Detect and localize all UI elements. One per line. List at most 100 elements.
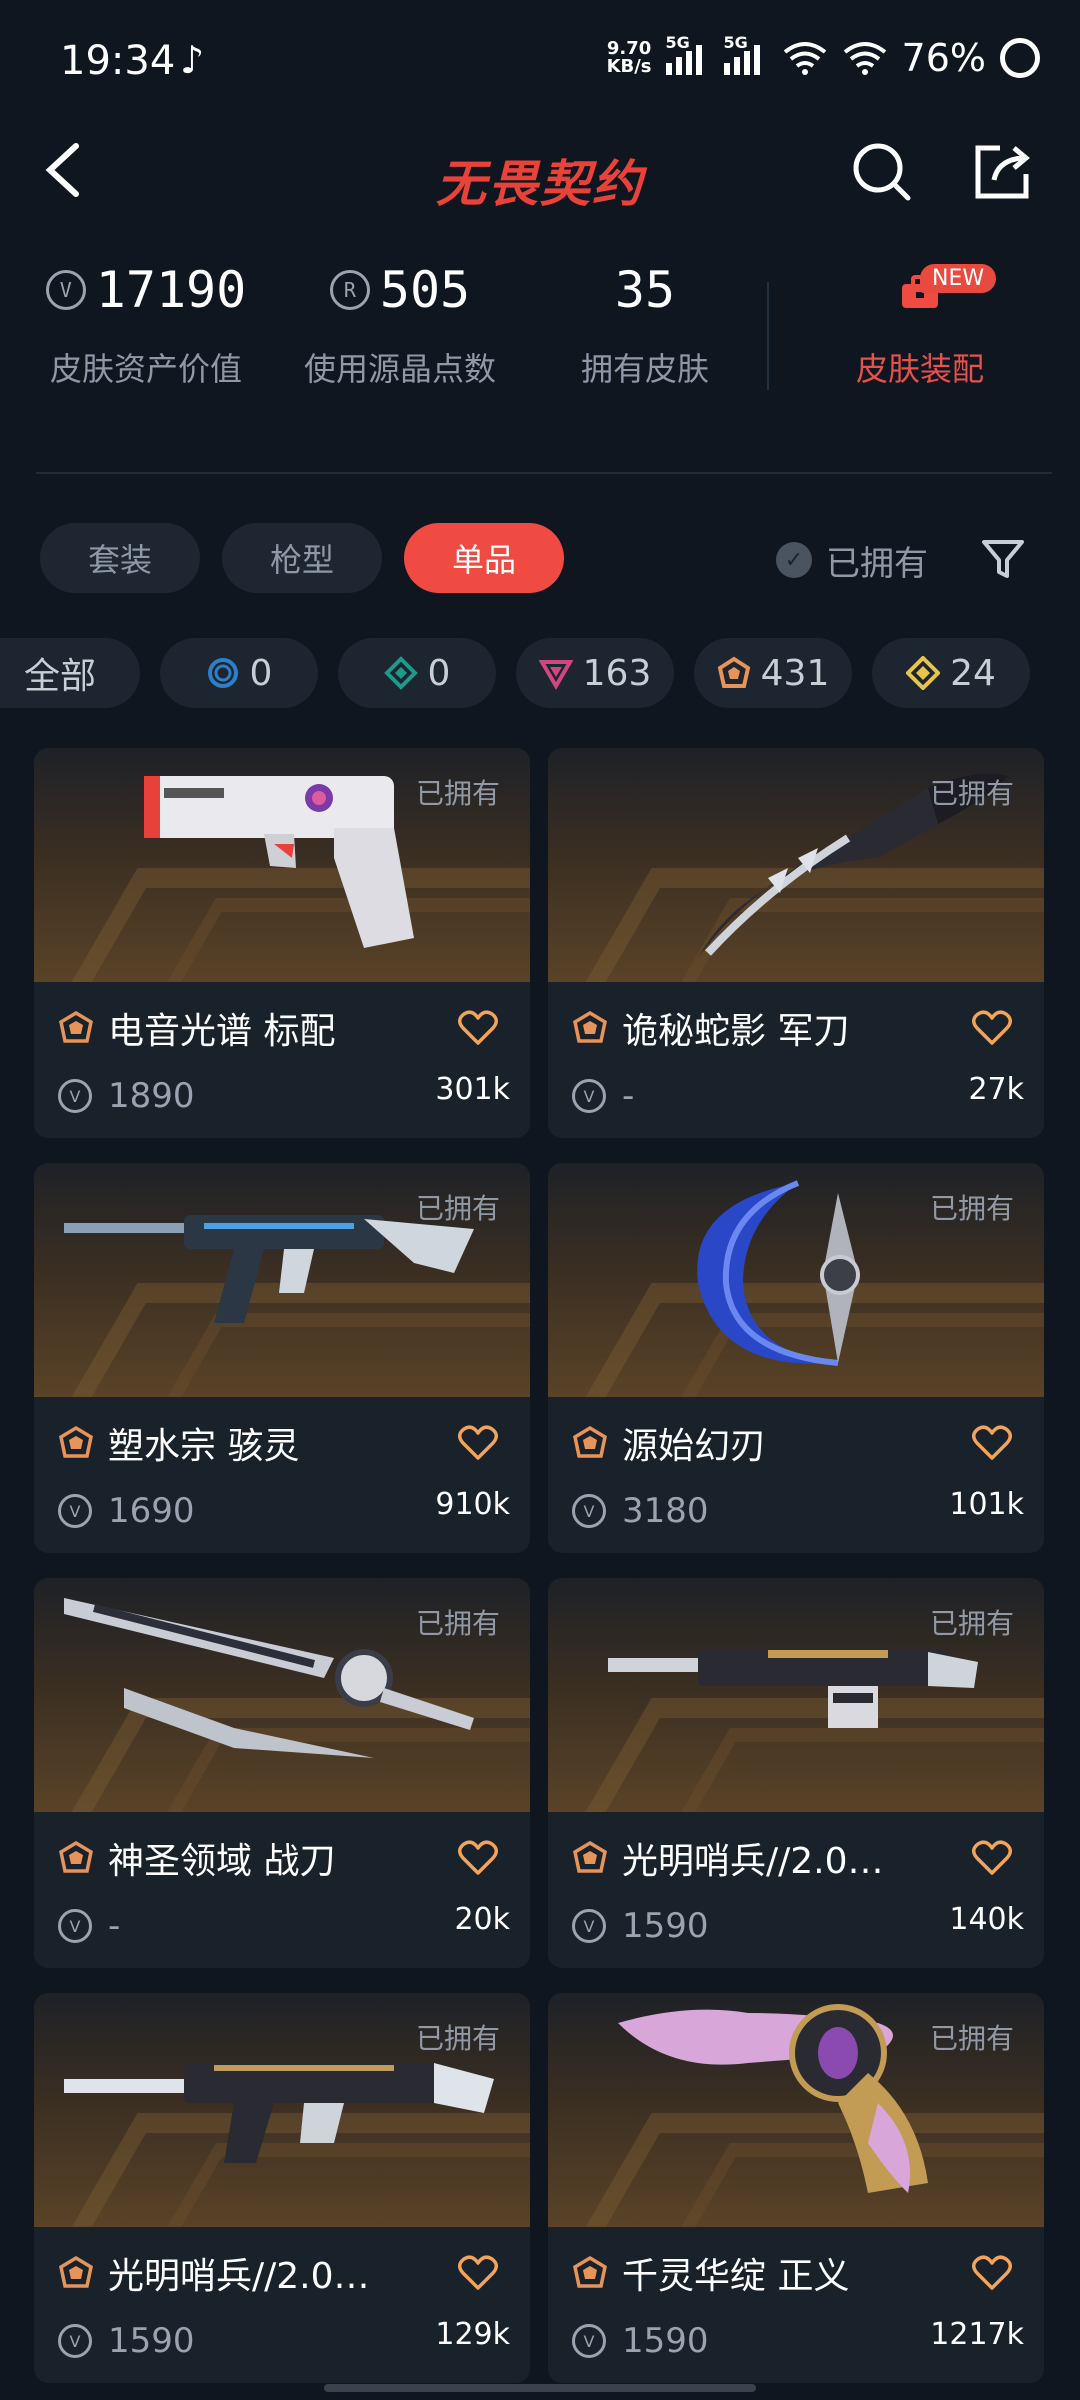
rarity-chip-select[interactable]: 0 <box>160 638 318 708</box>
exclusive-tier-icon <box>58 1425 94 1461</box>
rarity-filter: 全部 0 0 163 431 24 <box>0 638 1030 708</box>
owned-tag: 已拥有 <box>929 777 1014 810</box>
owned-toggle[interactable]: ✓ 已拥有 <box>776 530 928 590</box>
skin-card[interactable]: 已拥有 光明哨兵//2.0… V 1590 140k <box>548 1578 1044 1968</box>
exclusive-tier-icon <box>58 1010 94 1046</box>
signal-icon: 5G <box>665 33 710 75</box>
asset-value-stat: V 17190 皮肤资产价值 <box>36 260 256 390</box>
battery-level: 76% <box>901 36 986 80</box>
skin-card[interactable]: 已拥有 源始幻刃 V 3180 101k <box>548 1163 1044 1553</box>
skin-name: 源始幻刃 <box>622 1426 767 1467</box>
top-bar: 无畏契约 <box>0 120 1080 230</box>
skin-card[interactable]: 已拥有诡秘蛇影 军刀 V - 27k <box>548 748 1044 1138</box>
valorant-points-icon: V <box>58 1079 92 1113</box>
battery-ring-icon <box>1000 38 1040 78</box>
heart-icon[interactable] <box>458 1840 498 1876</box>
valorant-points-icon: V <box>45 270 86 310</box>
select-tier-icon <box>207 658 238 688</box>
skin-card[interactable]: 已拥有千灵华绽 正义 V 1590 1217k <box>548 1993 1044 2383</box>
tiktok-icon: ♪ <box>180 38 205 82</box>
like-count: 1217k <box>930 2317 1024 2352</box>
owned-tag: 已拥有 <box>929 1607 1014 1640</box>
skin-card[interactable]: 已拥有 电音光谱 标配 V 1890 301k <box>34 748 530 1138</box>
skin-name: 千灵华绽 正义 <box>622 2256 850 2297</box>
new-badge: NEW <box>920 264 997 293</box>
skin-name: 塑水宗 骇灵 <box>108 1426 300 1467</box>
valorant-points-icon: V <box>572 1079 606 1113</box>
radianite-icon: R <box>329 270 370 310</box>
category-tabs: 套装 枪型 单品 <box>40 523 564 593</box>
clock: 19:34 <box>60 38 176 84</box>
skin-price: V 1590 <box>58 2321 195 2361</box>
divider <box>767 282 769 390</box>
valorant-points-icon: V <box>572 2324 606 2358</box>
deluxe-tier-icon <box>383 656 418 690</box>
heart-icon[interactable] <box>458 1425 498 1461</box>
share-icon[interactable] <box>970 140 1034 204</box>
heart-icon[interactable] <box>972 1425 1012 1461</box>
skin-name: 诡秘蛇影 军刀 <box>622 1011 850 1052</box>
valorant-points-icon: V <box>58 1909 92 1943</box>
network-speed: 9.70 KB/s <box>606 38 652 77</box>
section-divider <box>36 472 1052 474</box>
valorant-points-icon: V <box>58 2324 92 2358</box>
owned-tag: 已拥有 <box>929 1192 1014 1225</box>
heart-icon[interactable] <box>972 1840 1012 1876</box>
valorant-points-icon: V <box>58 1494 92 1528</box>
stats-panel: V 17190 皮肤资产价值 R 505 使用源晶点数 35 拥有皮肤 NEW 皮肤… <box>0 260 1080 430</box>
tab-single-items[interactable]: 单品 <box>404 523 564 593</box>
valorant-points-icon: V <box>572 1494 606 1528</box>
status-bar: 19:34 ♪ 9.70 KB/s 5G 5G 76% <box>0 0 1080 120</box>
heart-icon[interactable] <box>972 1010 1012 1046</box>
owned-tag: 已拥有 <box>415 2022 500 2055</box>
filter-icon[interactable] <box>978 534 1028 584</box>
skin-price: V 1890 <box>58 1076 195 1116</box>
tab-bundles[interactable]: 套装 <box>40 523 200 593</box>
exclusive-tier-icon <box>58 1840 94 1876</box>
rarity-chip-premium[interactable]: 163 <box>516 638 674 708</box>
heart-icon[interactable] <box>458 2255 498 2291</box>
premium-tier-icon <box>538 660 573 690</box>
exclusive-tier-icon <box>58 2255 94 2291</box>
like-count: 101k <box>949 1487 1024 1522</box>
home-indicator[interactable] <box>324 2384 756 2392</box>
like-count: 20k <box>454 1902 510 1937</box>
skin-card[interactable]: 已拥有 神圣领域 战刀 V - 20k <box>34 1578 530 1968</box>
owned-tag: 已拥有 <box>929 2022 1014 2055</box>
owned-tag: 已拥有 <box>415 1192 500 1225</box>
heart-icon[interactable] <box>972 2255 1012 2291</box>
radianite-stat: R 505 使用源晶点数 <box>303 261 496 388</box>
skin-name: 光明哨兵//2.0… <box>108 2256 370 2297</box>
skin-card[interactable]: 已拥有光明哨兵//2.0… V 1590 129k <box>34 1993 530 2383</box>
exclusive-tier-icon <box>717 656 750 688</box>
rarity-chip-exclusive[interactable]: 431 <box>694 638 852 708</box>
skin-card[interactable]: 已拥有 塑水宗 骇灵 V 1690 910k <box>34 1163 530 1553</box>
exclusive-tier-icon <box>572 1010 608 1046</box>
like-count: 27k <box>968 1072 1024 1107</box>
exclusive-tier-icon <box>572 2255 608 2291</box>
page-title: 无畏契约 <box>436 155 644 213</box>
ultra-tier-icon <box>906 656 941 690</box>
tab-weapon-type[interactable]: 枪型 <box>222 523 382 593</box>
like-count: 301k <box>435 1072 510 1107</box>
rarity-chip-all[interactable]: 全部 <box>0 638 140 708</box>
like-count: 910k <box>435 1487 510 1522</box>
check-icon: ✓ <box>776 542 812 578</box>
search-icon[interactable] <box>850 140 914 204</box>
skin-name: 神圣领域 战刀 <box>108 1841 336 1882</box>
skins-owned-stat: 35 拥有皮肤 <box>580 261 709 388</box>
heart-icon[interactable] <box>458 1010 498 1046</box>
skin-name: 电音光谱 标配 <box>108 1011 336 1052</box>
wifi-icon <box>783 42 826 75</box>
skin-price: V- <box>58 1906 120 1946</box>
exclusive-tier-icon <box>572 1840 608 1876</box>
signal-icon-2: 5G <box>723 33 768 75</box>
skin-price: V- <box>572 1076 634 1116</box>
like-count: 140k <box>949 1902 1024 1937</box>
skin-price: V 1590 <box>572 2321 709 2361</box>
skin-price: V 1590 <box>572 1906 709 1946</box>
skin-loadout-button[interactable]: NEW 皮肤装配 <box>820 260 1020 390</box>
rarity-chip-ultra[interactable]: 24 <box>872 638 1030 708</box>
rarity-chip-deluxe[interactable]: 0 <box>338 638 496 708</box>
like-count: 129k <box>435 2317 510 2352</box>
